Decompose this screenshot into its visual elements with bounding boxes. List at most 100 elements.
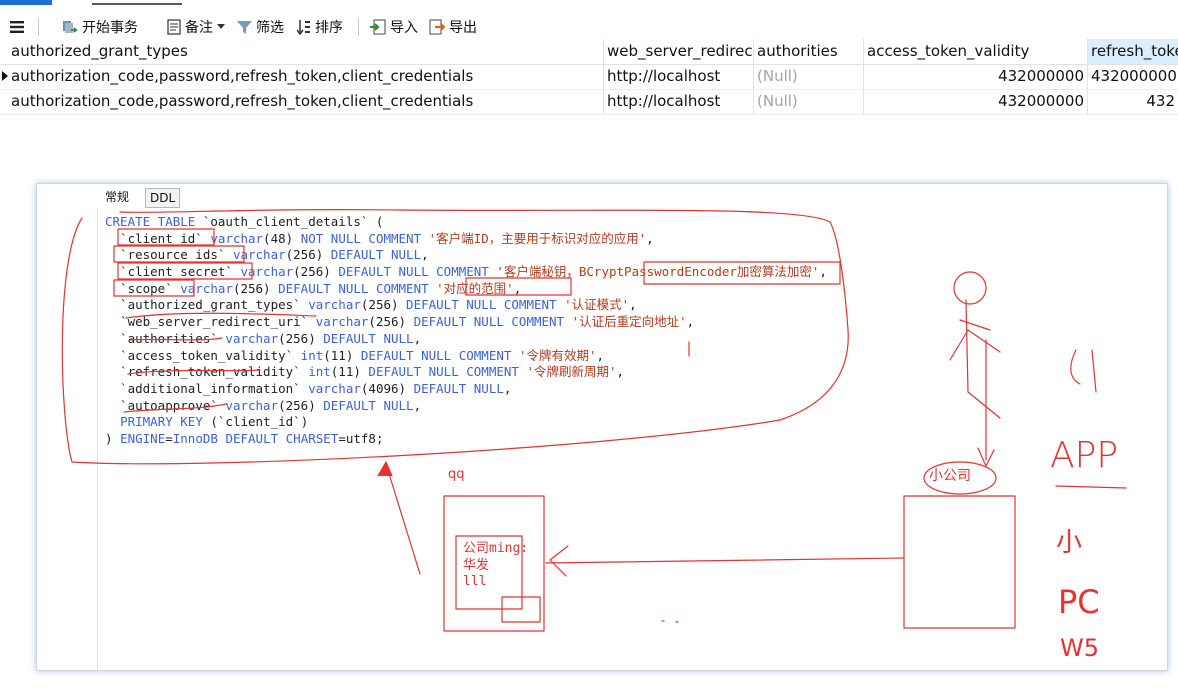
sql-text: , [646, 230, 654, 246]
column-header[interactable]: refresh_toke [1088, 39, 1178, 64]
table-cell[interactable]: (Null) [754, 64, 864, 89]
annotation-ws: W5 [1060, 634, 1099, 662]
object-info-panel: 常规 DDL CREATE TABLE `oauth_client_detail… [36, 183, 1168, 671]
sql-keyword: DEFAULT NULL COMMENT [368, 364, 519, 380]
tab-ddl[interactable]: DDL [145, 188, 181, 208]
transaction-icon [63, 21, 78, 33]
ddl-line: `additional_information` varchar(4096) D… [105, 381, 827, 398]
column-header[interactable]: authorized_grant_types [8, 39, 604, 64]
sql-string: '客户端秘钥，BCryptPasswordEncoder加密算法加密' [496, 264, 820, 280]
table-cell[interactable]: 432000000 [1088, 64, 1178, 89]
table-row[interactable]: authorization_code,password,refresh_toke… [0, 64, 1178, 90]
tab-general[interactable]: 常规 [101, 188, 133, 206]
sql-text: `oauth_client_details` ( [195, 214, 384, 229]
table-cell[interactable]: (Null) [754, 89, 864, 114]
sql-text: `authorized_grant_types` [105, 297, 309, 313]
import-button[interactable]: 导入 [370, 16, 418, 38]
sql-text: (256) [232, 280, 279, 296]
annotation-company-line: 华发 [463, 558, 490, 573]
ddl-line: `refresh_token_validity` int(11) DEFAULT… [105, 364, 827, 381]
sql-text: , [413, 397, 422, 413]
active-window-tab[interactable] [0, 0, 52, 5]
sql-string: '客户端ID，主要用于标识对应的应用' [428, 230, 647, 246]
ddl-line: `client_secret` varchar(256) DEFAULT NUL… [105, 264, 827, 281]
sql-keyword: int [300, 347, 324, 363]
sql-keyword: DEFAULT NULL [323, 330, 414, 346]
sql-keyword: NOT NULL COMMENT [300, 230, 422, 246]
sql-text: (256) [278, 397, 324, 413]
menu-button[interactable] [10, 16, 24, 38]
sql-keyword: varchar [225, 397, 279, 413]
sql-text: (11) [323, 347, 361, 363]
toolbar-divider [358, 18, 359, 36]
sql-text: , [513, 280, 522, 296]
table-cell[interactable]: 432000000 [864, 89, 1088, 114]
table-cell[interactable]: http://localhost [604, 89, 754, 114]
table-cell[interactable]: 432000000 [864, 64, 1088, 89]
begin-transaction-button[interactable]: 开始事务 [62, 16, 138, 38]
sql-string: '认证模式' [564, 297, 630, 313]
table-cell[interactable]: http://localhost [604, 64, 754, 89]
ddl-line: PRIMARY KEY (`client_id`) [105, 414, 827, 431]
sql-text: (256) [278, 330, 324, 346]
toolbar: 开始事务 备注 筛选 排序 导入 导出 [0, 12, 1178, 42]
sql-keyword: PRIMARY KEY [120, 414, 203, 430]
ddl-line: `client_id` varchar(48) NOT NULL COMMENT… [105, 231, 827, 248]
column-header[interactable]: web_server_redirect [604, 39, 754, 64]
hamburger-icon [10, 21, 24, 33]
inactive-window-tab[interactable] [92, 3, 182, 5]
sql-text: , [819, 264, 827, 280]
sql-keyword: varchar [210, 230, 264, 246]
sort-button[interactable]: 排序 [297, 16, 343, 38]
sql-text: , [686, 314, 695, 330]
sql-text: = [165, 430, 173, 446]
column-header[interactable]: authorities [754, 39, 864, 64]
sql-text: `scope` [105, 280, 181, 296]
ddl-line: `autoapprove` varchar(256) DEFAULT NULL, [105, 398, 827, 415]
sql-text: `authorities` [105, 330, 226, 346]
ddl-line: CREATE TABLE `oauth_client_details` ( [105, 214, 827, 231]
sql-text: , [629, 297, 637, 313]
sql-text: , [421, 247, 429, 263]
ddl-line: `web_server_redirect_uri` varchar(256) D… [105, 314, 827, 331]
table-row[interactable]: authorization_code,password,refresh_toke… [0, 89, 1178, 115]
annotation-company-line: lll [463, 574, 487, 589]
export-button[interactable]: 导出 [429, 16, 477, 38]
sql-text: (`client_id`) [202, 414, 309, 430]
annotation-qq: qq [448, 467, 465, 482]
filter-button[interactable]: 筛选 [237, 16, 284, 38]
sql-keyword: CREATE TABLE [105, 214, 196, 229]
sql-keyword: varchar [232, 247, 286, 263]
annotation-pc: PC [1058, 583, 1100, 621]
sql-keyword: varchar [308, 297, 361, 313]
sql-text: , [503, 380, 512, 396]
sql-keyword: int [308, 364, 331, 380]
annotation-small-company: 小公司 [929, 468, 971, 484]
export-icon [429, 19, 445, 35]
sql-text: (256) [368, 314, 414, 330]
sql-keyword: DEFAULT CHARSET [225, 430, 339, 446]
table-cell[interactable]: authorization_code,password,refresh_toke… [8, 89, 604, 114]
sql-keyword: DEFAULT NULL [330, 247, 422, 263]
sql-keyword: varchar [240, 264, 294, 280]
grid-header: authorized_grant_types web_server_redire… [0, 39, 1178, 65]
chevron-down-icon[interactable] [217, 24, 225, 30]
sql-keyword: DEFAULT NULL [413, 380, 504, 396]
sql-text: (48) [263, 230, 301, 246]
sql-text: (11) [330, 364, 369, 380]
filter-icon [237, 20, 252, 34]
annotation-app: APP [1050, 435, 1119, 476]
sql-text: ) [105, 430, 121, 446]
sql-text: , [413, 330, 422, 346]
note-button[interactable]: 备注 [167, 16, 225, 38]
table-cell[interactable]: authorization_code,password,refresh_toke… [8, 64, 604, 89]
sql-string: '认证后重定向地址' [571, 314, 687, 330]
column-header[interactable]: access_token_validity [864, 39, 1088, 64]
table-cell[interactable]: 432 [1088, 89, 1178, 114]
sort-icon [297, 20, 310, 35]
ddl-code-view[interactable]: CREATE TABLE `oauth_client_details` ( `c… [105, 214, 827, 448]
sql-text: `resource_ids` [105, 247, 233, 263]
